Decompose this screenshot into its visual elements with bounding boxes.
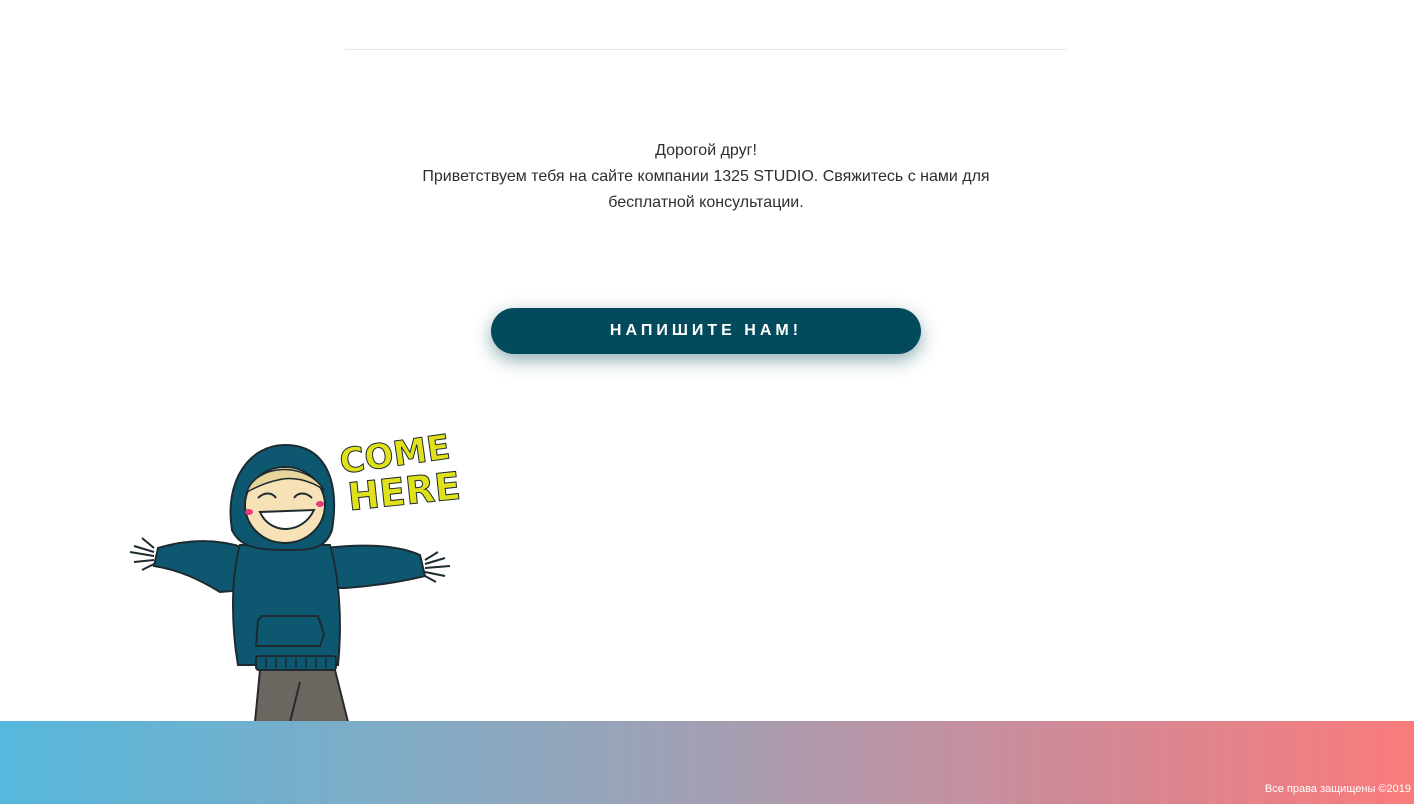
intro-line-3: бесплатной консультации.: [608, 194, 804, 211]
come-here-mascot-icon: COME HERE: [129, 427, 463, 722]
intro-greeting: Дорогой друг!: [655, 142, 757, 159]
intro-text: Дорогой друг! Приветствуем тебя на сайте…: [380, 138, 1032, 216]
contact-us-button[interactable]: НАПИШИТЕ НАМ!: [491, 308, 921, 354]
page: Дорогой друг! Приветствуем тебя на сайте…: [0, 0, 1414, 804]
top-divider: [345, 49, 1067, 50]
footer: Все права защищены ©2019: [0, 721, 1414, 804]
copyright-text: Все права защищены ©2019: [1264, 783, 1411, 795]
intro-line-2: Приветствуем тебя на сайте компании 1325…: [422, 168, 990, 185]
